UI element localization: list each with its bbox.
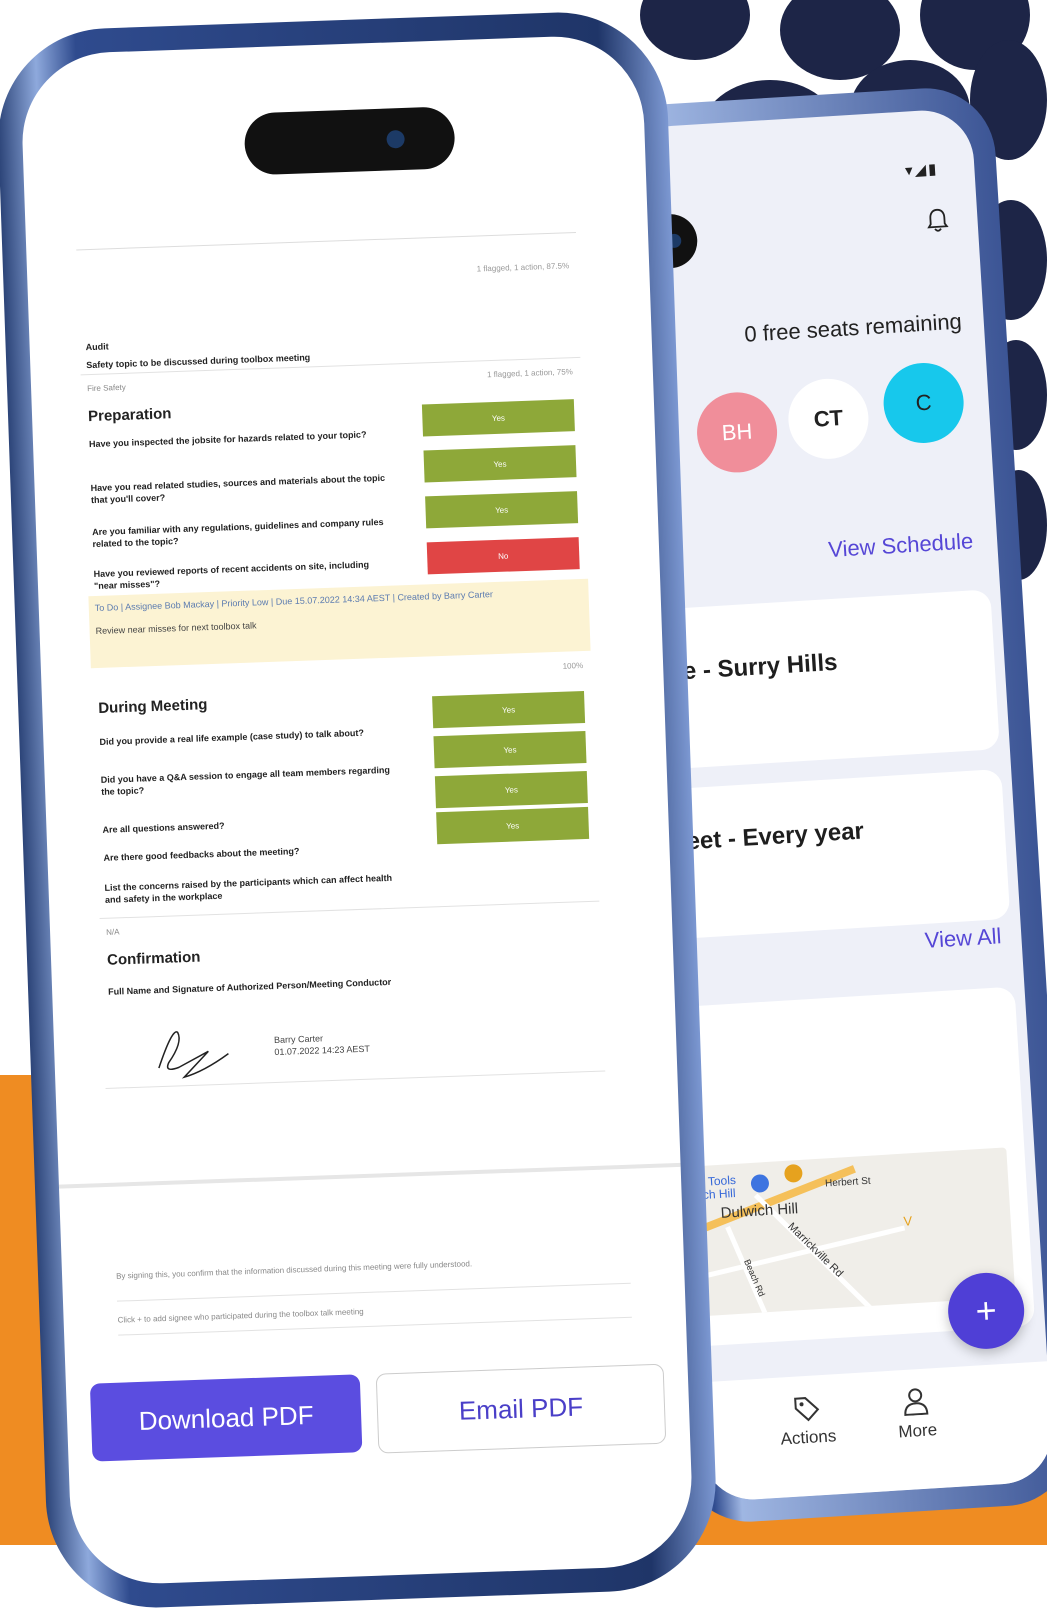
section-title: Confirmation [106, 948, 201, 969]
tag-icon [793, 1397, 820, 1422]
map-area-label: Dulwich Hill [720, 1200, 799, 1222]
front-phone-screen: 1 flagged, 1 action, 87.5% Audit Safety … [19, 33, 695, 1587]
download-pdf-button[interactable]: Download PDF [89, 1374, 363, 1462]
audit-answer: Fire Safety [86, 382, 126, 394]
question-text: Have you inspected the jobsite for hazar… [88, 429, 367, 450]
question-text: Are all questions answered? [102, 820, 225, 835]
report-summary: 1 flagged, 1 action, 87.5% [476, 261, 570, 274]
confirm-notice: By signing this, you confirm that the in… [115, 1259, 473, 1281]
add-signee-hint: Click + to add signee who participated d… [117, 1307, 364, 1325]
map-street-label: Herbert St [824, 1175, 871, 1190]
answer-badge: No [426, 537, 580, 575]
signer-info: Barry Carter 01.07.2022 14:23 AEST [274, 1031, 370, 1058]
signer-date: 01.07.2022 14:23 AEST [274, 1043, 371, 1058]
signature-image [158, 1031, 229, 1079]
action-item[interactable]: To Do | Assignee Bob Mackay | Priority L… [88, 578, 591, 669]
answer-text: N/A [105, 927, 120, 937]
view-schedule-link[interactable]: View Schedule [827, 528, 973, 563]
action-note: Review near misses for next toolbox talk [95, 620, 257, 637]
section-title: Preparation [87, 405, 172, 426]
plus-icon: + [974, 1289, 998, 1332]
email-pdf-button[interactable]: Email PDF [375, 1363, 667, 1454]
section-summary: 100% [562, 661, 584, 671]
section-summary: 1 flagged, 1 action, 75% [486, 367, 573, 380]
question-text: Are there good feedbacks about the meeti… [103, 846, 300, 863]
section-divider [58, 1162, 681, 1189]
map-pin-icon[interactable] [750, 1173, 770, 1193]
section-title: During Meeting [98, 696, 208, 717]
map-partial-label: V [903, 1213, 913, 1229]
answer-badge: Yes [434, 770, 588, 809]
tab-actions[interactable]: Actions [778, 1392, 837, 1449]
question-text: Have you read related studies, sources a… [90, 472, 386, 506]
tab-more[interactable]: More [896, 1386, 938, 1442]
avatar[interactable]: CT [786, 376, 871, 462]
answer-badge: Yes [436, 806, 590, 845]
view-all-link[interactable]: View All [924, 923, 1002, 954]
decorative-dot [640, 0, 750, 60]
question-text: Did you have a Q&A session to engage all… [100, 764, 391, 797]
answer-badge: Yes [423, 445, 577, 483]
report-document[interactable]: 1 flagged, 1 action, 87.5% Audit Safety … [76, 232, 608, 1150]
answer-badge: Yes [432, 691, 586, 729]
bell-icon[interactable] [925, 207, 951, 234]
dynamic-island [243, 106, 456, 176]
status-bar: ▾◢▮ [904, 160, 939, 180]
audit-label: Audit [85, 341, 109, 353]
seats-remaining-text: 0 free seats remaining [743, 308, 963, 347]
answer-badge: Yes [421, 399, 575, 437]
answer-badge: Yes [433, 730, 587, 769]
person-icon [904, 1388, 929, 1417]
map-pin-icon[interactable] [783, 1163, 803, 1183]
card-title: heet - Every year [671, 817, 865, 857]
avatar[interactable]: BH [694, 390, 780, 475]
answer-badge: Yes [425, 491, 579, 529]
question-text: Did you provide a real life example (cas… [99, 727, 365, 747]
map-street-label: Marrickville Rd [785, 1220, 846, 1280]
tab-label: More [897, 1420, 938, 1442]
question-text: Full Name and Signature of Authorized Pe… [108, 976, 392, 997]
question-text: List the concerns raised by the particip… [104, 872, 393, 905]
avatar[interactable]: C [881, 360, 966, 446]
front-phone: 1 flagged, 1 action, 87.5% Audit Safety … [0, 8, 720, 1611]
camera-icon [386, 129, 405, 149]
question-text: Are you familiar with any regulations, g… [91, 516, 384, 550]
tab-bar: Actions More [697, 1361, 1047, 1503]
tab-label: Actions [780, 1426, 837, 1449]
